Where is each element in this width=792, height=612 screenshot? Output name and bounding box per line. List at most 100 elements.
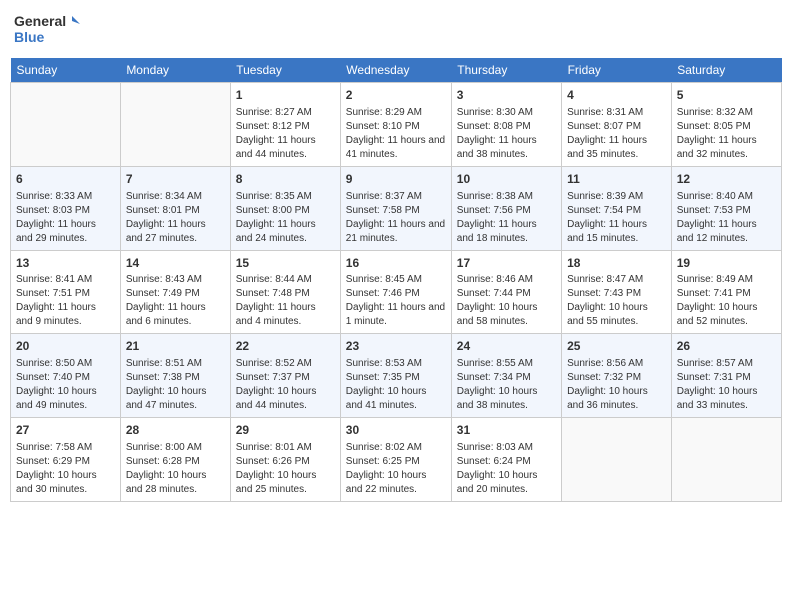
cell-info-line: Daylight: 10 hours and 36 minutes.	[567, 385, 666, 413]
calendar-week-2: 6Sunrise: 8:33 AMSunset: 8:03 PMDaylight…	[11, 166, 782, 250]
cell-info-line: Sunset: 7:46 PM	[346, 287, 446, 301]
calendar-cell: 15Sunrise: 8:44 AMSunset: 7:48 PMDayligh…	[230, 250, 340, 334]
day-number: 28	[126, 422, 225, 439]
cell-info-line: Sunset: 8:05 PM	[677, 120, 776, 134]
cell-info-line: Daylight: 11 hours and 4 minutes.	[236, 301, 335, 329]
cell-info-line: Sunrise: 8:52 AM	[236, 357, 335, 371]
day-number: 15	[236, 255, 335, 272]
calendar-cell: 17Sunrise: 8:46 AMSunset: 7:44 PMDayligh…	[451, 250, 561, 334]
cell-info-line: Sunset: 7:35 PM	[346, 371, 446, 385]
cell-info-line: Daylight: 10 hours and 52 minutes.	[677, 301, 776, 329]
cell-info-line: Sunset: 7:51 PM	[16, 287, 115, 301]
cell-info-line: Sunset: 7:54 PM	[567, 204, 666, 218]
day-number: 20	[16, 338, 115, 355]
cell-info-line: Daylight: 11 hours and 1 minute.	[346, 301, 446, 329]
cell-info-line: Sunrise: 8:55 AM	[457, 357, 556, 371]
day-number: 6	[16, 171, 115, 188]
cell-info-line: Sunrise: 8:50 AM	[16, 357, 115, 371]
calendar-cell: 21Sunrise: 8:51 AMSunset: 7:38 PMDayligh…	[120, 334, 230, 418]
weekday-sunday: Sunday	[11, 58, 121, 83]
cell-info-line: Daylight: 10 hours and 49 minutes.	[16, 385, 115, 413]
cell-info-line: Sunrise: 8:41 AM	[16, 273, 115, 287]
day-number: 26	[677, 338, 776, 355]
calendar-cell	[120, 83, 230, 167]
calendar-cell: 5Sunrise: 8:32 AMSunset: 8:05 PMDaylight…	[671, 83, 781, 167]
calendar-cell: 27Sunrise: 7:58 AMSunset: 6:29 PMDayligh…	[11, 418, 121, 502]
calendar-cell: 22Sunrise: 8:52 AMSunset: 7:37 PMDayligh…	[230, 334, 340, 418]
cell-info-line: Sunset: 8:03 PM	[16, 204, 115, 218]
calendar-cell: 13Sunrise: 8:41 AMSunset: 7:51 PMDayligh…	[11, 250, 121, 334]
logo: General Blue	[14, 10, 84, 50]
cell-info-line: Sunset: 8:01 PM	[126, 204, 225, 218]
calendar-cell: 8Sunrise: 8:35 AMSunset: 8:00 PMDaylight…	[230, 166, 340, 250]
weekday-tuesday: Tuesday	[230, 58, 340, 83]
cell-info-line: Sunset: 6:28 PM	[126, 455, 225, 469]
cell-info-line: Sunset: 7:34 PM	[457, 371, 556, 385]
calendar-cell: 4Sunrise: 8:31 AMSunset: 8:07 PMDaylight…	[562, 83, 672, 167]
calendar-cell: 6Sunrise: 8:33 AMSunset: 8:03 PMDaylight…	[11, 166, 121, 250]
cell-info-line: Sunset: 6:25 PM	[346, 455, 446, 469]
calendar-cell: 1Sunrise: 8:27 AMSunset: 8:12 PMDaylight…	[230, 83, 340, 167]
calendar-cell: 23Sunrise: 8:53 AMSunset: 7:35 PMDayligh…	[340, 334, 451, 418]
day-number: 17	[457, 255, 556, 272]
cell-info-line: Sunrise: 8:51 AM	[126, 357, 225, 371]
cell-info-line: Sunrise: 8:02 AM	[346, 441, 446, 455]
calendar-table: SundayMondayTuesdayWednesdayThursdayFrid…	[10, 58, 782, 502]
cell-info-line: Sunset: 8:00 PM	[236, 204, 335, 218]
calendar-cell: 16Sunrise: 8:45 AMSunset: 7:46 PMDayligh…	[340, 250, 451, 334]
cell-info-line: Daylight: 10 hours and 58 minutes.	[457, 301, 556, 329]
cell-info-line: Sunrise: 8:01 AM	[236, 441, 335, 455]
calendar-cell: 24Sunrise: 8:55 AMSunset: 7:34 PMDayligh…	[451, 334, 561, 418]
cell-info-line: Sunset: 8:07 PM	[567, 120, 666, 134]
day-number: 2	[346, 87, 446, 104]
cell-info-line: Sunset: 7:40 PM	[16, 371, 115, 385]
cell-info-line: Sunrise: 8:45 AM	[346, 273, 446, 287]
calendar-cell	[671, 418, 781, 502]
cell-info-line: Sunset: 7:53 PM	[677, 204, 776, 218]
day-number: 5	[677, 87, 776, 104]
day-number: 1	[236, 87, 335, 104]
cell-info-line: Sunrise: 8:46 AM	[457, 273, 556, 287]
calendar-cell: 3Sunrise: 8:30 AMSunset: 8:08 PMDaylight…	[451, 83, 561, 167]
calendar-cell: 29Sunrise: 8:01 AMSunset: 6:26 PMDayligh…	[230, 418, 340, 502]
cell-info-line: Sunrise: 7:58 AM	[16, 441, 115, 455]
calendar-cell: 11Sunrise: 8:39 AMSunset: 7:54 PMDayligh…	[562, 166, 672, 250]
calendar-cell: 10Sunrise: 8:38 AMSunset: 7:56 PMDayligh…	[451, 166, 561, 250]
calendar-body: 1Sunrise: 8:27 AMSunset: 8:12 PMDaylight…	[11, 83, 782, 502]
cell-info-line: Daylight: 10 hours and 38 minutes.	[457, 385, 556, 413]
cell-info-line: Daylight: 10 hours and 28 minutes.	[126, 469, 225, 497]
cell-info-line: Daylight: 10 hours and 47 minutes.	[126, 385, 225, 413]
calendar-cell: 7Sunrise: 8:34 AMSunset: 8:01 PMDaylight…	[120, 166, 230, 250]
day-number: 9	[346, 171, 446, 188]
weekday-row: SundayMondayTuesdayWednesdayThursdayFrid…	[11, 58, 782, 83]
cell-info-line: Daylight: 11 hours and 6 minutes.	[126, 301, 225, 329]
day-number: 19	[677, 255, 776, 272]
calendar-cell: 31Sunrise: 8:03 AMSunset: 6:24 PMDayligh…	[451, 418, 561, 502]
cell-info-line: Daylight: 10 hours and 33 minutes.	[677, 385, 776, 413]
day-number: 29	[236, 422, 335, 439]
day-number: 18	[567, 255, 666, 272]
calendar-week-5: 27Sunrise: 7:58 AMSunset: 6:29 PMDayligh…	[11, 418, 782, 502]
calendar-cell: 18Sunrise: 8:47 AMSunset: 7:43 PMDayligh…	[562, 250, 672, 334]
day-number: 10	[457, 171, 556, 188]
cell-info-line: Sunset: 7:41 PM	[677, 287, 776, 301]
weekday-monday: Monday	[120, 58, 230, 83]
cell-info-line: Sunset: 7:58 PM	[346, 204, 446, 218]
cell-info-line: Sunset: 7:37 PM	[236, 371, 335, 385]
cell-info-line: Sunset: 7:38 PM	[126, 371, 225, 385]
cell-info-line: Daylight: 11 hours and 44 minutes.	[236, 134, 335, 162]
cell-info-line: Sunrise: 8:47 AM	[567, 273, 666, 287]
cell-info-line: Daylight: 10 hours and 55 minutes.	[567, 301, 666, 329]
cell-info-line: Sunrise: 8:32 AM	[677, 106, 776, 120]
calendar-cell: 14Sunrise: 8:43 AMSunset: 7:49 PMDayligh…	[120, 250, 230, 334]
calendar-week-3: 13Sunrise: 8:41 AMSunset: 7:51 PMDayligh…	[11, 250, 782, 334]
cell-info-line: Sunrise: 8:33 AM	[16, 190, 115, 204]
calendar-cell: 2Sunrise: 8:29 AMSunset: 8:10 PMDaylight…	[340, 83, 451, 167]
cell-info-line: Sunrise: 8:40 AM	[677, 190, 776, 204]
day-number: 25	[567, 338, 666, 355]
calendar-cell: 9Sunrise: 8:37 AMSunset: 7:58 PMDaylight…	[340, 166, 451, 250]
day-number: 12	[677, 171, 776, 188]
cell-info-line: Sunrise: 8:53 AM	[346, 357, 446, 371]
calendar-cell: 26Sunrise: 8:57 AMSunset: 7:31 PMDayligh…	[671, 334, 781, 418]
cell-info-line: Sunset: 7:32 PM	[567, 371, 666, 385]
